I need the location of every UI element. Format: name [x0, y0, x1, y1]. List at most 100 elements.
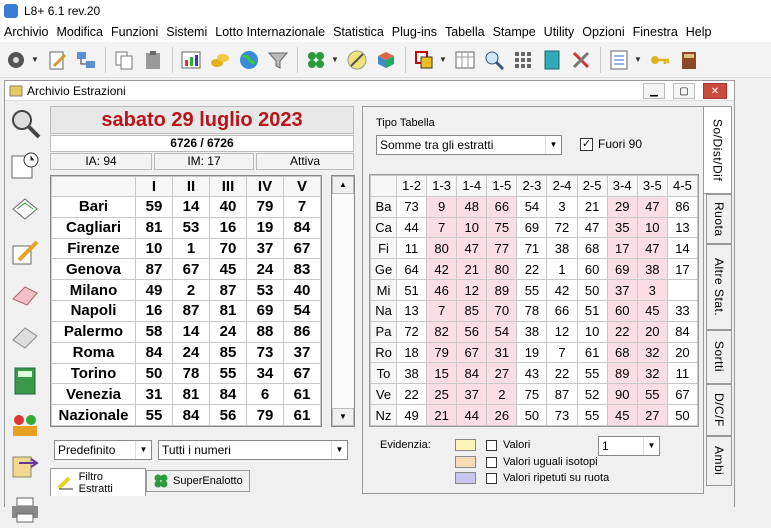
- tab-altre-stat[interactable]: Altre Stat.: [706, 244, 732, 330]
- calculator-icon[interactable]: [7, 363, 43, 399]
- number-cell[interactable]: 79: [246, 196, 284, 218]
- sum-cell[interactable]: 51: [576, 299, 608, 322]
- filter-funnel-icon[interactable]: [264, 46, 292, 74]
- number-cell[interactable]: 24: [209, 320, 247, 343]
- sum-cell[interactable]: 10: [636, 216, 668, 239]
- arrows-exchange-icon[interactable]: [7, 449, 43, 485]
- sum-cell[interactable]: 51: [395, 279, 428, 301]
- sum-cell[interactable]: 14: [666, 237, 699, 260]
- sum-cell[interactable]: 50: [516, 404, 548, 426]
- sum-cell[interactable]: 67: [666, 383, 699, 406]
- copy-icon[interactable]: [110, 46, 138, 74]
- number-cell[interactable]: 19: [246, 216, 284, 239]
- sum-cell[interactable]: 37: [606, 279, 638, 301]
- checklist-icon[interactable]: [605, 46, 633, 74]
- magnifier-icon[interactable]: [480, 46, 508, 74]
- tab-ambi[interactable]: Ambi: [706, 436, 732, 486]
- scroll-up-icon[interactable]: ▲: [332, 176, 354, 194]
- network-icon[interactable]: [72, 46, 100, 74]
- sum-cell[interactable]: 44: [456, 404, 488, 426]
- number-cell[interactable]: 59: [135, 196, 173, 218]
- sum-cell[interactable]: 89: [486, 279, 518, 301]
- sum-cell[interactable]: 32: [636, 341, 668, 364]
- delete-eraser-icon[interactable]: [7, 320, 43, 356]
- sum-cell[interactable]: 73: [546, 404, 578, 426]
- clover-dropdown-icon[interactable]: ▼: [331, 55, 340, 64]
- number-cell[interactable]: 87: [135, 258, 173, 281]
- sum-cell[interactable]: 47: [456, 237, 488, 260]
- sum-cell[interactable]: 9: [426, 195, 458, 218]
- sum-cell[interactable]: 89: [606, 362, 638, 385]
- sum-cell[interactable]: 27: [636, 404, 668, 426]
- sum-cell[interactable]: 55: [636, 383, 668, 406]
- edit-document-icon[interactable]: [43, 46, 71, 74]
- number-cell[interactable]: 53: [246, 279, 284, 302]
- tab-filtro-estratti[interactable]: Filtro Estratti: [50, 468, 146, 496]
- sum-cell[interactable]: 35: [606, 216, 638, 239]
- settings-dropdown-icon[interactable]: ▼: [31, 55, 40, 64]
- number-cell[interactable]: 37: [283, 341, 321, 364]
- clock-document-icon[interactable]: [7, 148, 43, 184]
- sum-cell[interactable]: 20: [666, 341, 699, 364]
- sum-cell[interactable]: 47: [576, 216, 608, 239]
- sum-cell[interactable]: 45: [636, 299, 668, 322]
- isotopes-checkbox[interactable]: [486, 457, 497, 468]
- sum-cell[interactable]: 11: [666, 362, 699, 385]
- paste-icon[interactable]: [139, 46, 167, 74]
- numbers-filter-select[interactable]: Tutti i numeri ▼: [158, 440, 348, 460]
- number-cell[interactable]: 67: [283, 362, 321, 385]
- number-cell[interactable]: 14: [172, 196, 210, 218]
- sum-cell[interactable]: 71: [516, 237, 548, 260]
- compass-icon[interactable]: [343, 46, 371, 74]
- sum-cell[interactable]: 84: [666, 320, 699, 343]
- sum-cell[interactable]: 12: [456, 279, 488, 301]
- tab-sortti[interactable]: Sortti: [706, 330, 732, 384]
- number-cell[interactable]: 7: [283, 196, 321, 218]
- sum-cell[interactable]: 22: [606, 320, 638, 343]
- sum-cell[interactable]: 49: [395, 404, 428, 426]
- sum-cell[interactable]: 86: [666, 195, 699, 218]
- sum-cell[interactable]: 38: [395, 362, 428, 385]
- number-cell[interactable]: 1: [172, 237, 210, 260]
- sum-cell[interactable]: 31: [486, 341, 518, 364]
- sum-cell[interactable]: 77: [486, 237, 518, 260]
- menu-opzioni[interactable]: Opzioni: [578, 25, 628, 39]
- key-icon[interactable]: [646, 46, 674, 74]
- menu-plugins[interactable]: Plug-ins: [388, 25, 441, 39]
- chart-icon[interactable]: [177, 46, 205, 74]
- sum-cell[interactable]: 20: [636, 320, 668, 343]
- number-cell[interactable]: 50: [135, 362, 173, 385]
- number-cell[interactable]: 88: [246, 320, 284, 343]
- sum-cell[interactable]: 21: [426, 404, 458, 426]
- number-cell[interactable]: 6: [246, 383, 284, 406]
- color-swatch-values[interactable]: [455, 439, 476, 451]
- number-cell[interactable]: 79: [246, 404, 284, 426]
- number-cell[interactable]: 87: [209, 279, 247, 302]
- sum-cell[interactable]: 90: [606, 383, 638, 406]
- sum-cell[interactable]: 44: [395, 216, 428, 239]
- menu-lotto-internazionale[interactable]: Lotto Internazionale: [211, 25, 329, 39]
- results-scrollbar[interactable]: ▲ ▼: [331, 175, 355, 427]
- tab-dcf[interactable]: D/C/F: [706, 384, 732, 436]
- number-cell[interactable]: 84: [209, 383, 247, 406]
- sum-cell[interactable]: 22: [546, 362, 578, 385]
- number-cell[interactable]: 69: [246, 300, 284, 322]
- sum-cell[interactable]: 7: [426, 216, 458, 239]
- number-cell[interactable]: 55: [135, 404, 173, 426]
- number-cell[interactable]: 37: [246, 237, 284, 260]
- sum-cell[interactable]: 2: [486, 383, 518, 406]
- sum-cell[interactable]: 47: [636, 237, 668, 260]
- sum-cell[interactable]: 17: [666, 258, 699, 281]
- sum-cell[interactable]: 13: [666, 216, 699, 239]
- tab-superenalotto[interactable]: SuperEnalotto: [146, 470, 250, 492]
- sum-cell[interactable]: 13: [395, 299, 428, 322]
- sum-cell[interactable]: 38: [546, 237, 578, 260]
- sum-cell[interactable]: 72: [395, 320, 428, 343]
- sum-cell[interactable]: 7: [546, 341, 578, 364]
- sum-cell[interactable]: 3: [546, 195, 578, 218]
- sum-cell[interactable]: 50: [576, 279, 608, 301]
- sum-cell[interactable]: 10: [456, 216, 488, 239]
- sum-cell[interactable]: 15: [426, 362, 458, 385]
- printer-icon[interactable]: [7, 492, 43, 528]
- checklist-dropdown-icon[interactable]: ▼: [634, 55, 643, 64]
